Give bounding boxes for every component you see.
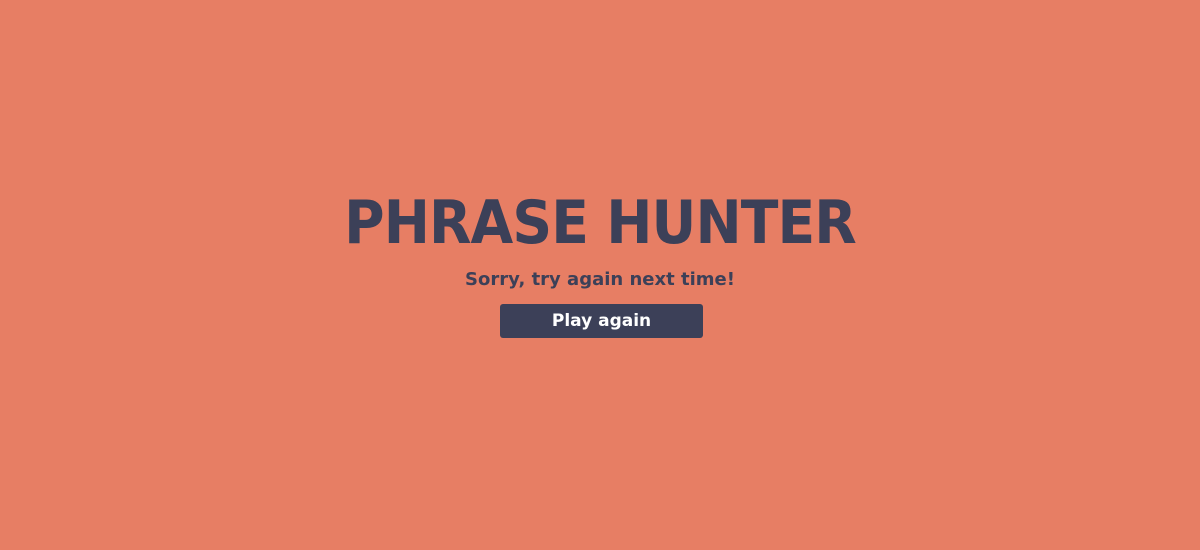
game-over-message: Sorry, try again next time! — [465, 269, 735, 290]
play-again-button[interactable]: Play again — [500, 304, 703, 338]
game-overlay: PHRASE HUNTER Sorry, try again next time… — [0, 0, 1200, 550]
game-title: PHRASE HUNTER — [344, 188, 857, 258]
